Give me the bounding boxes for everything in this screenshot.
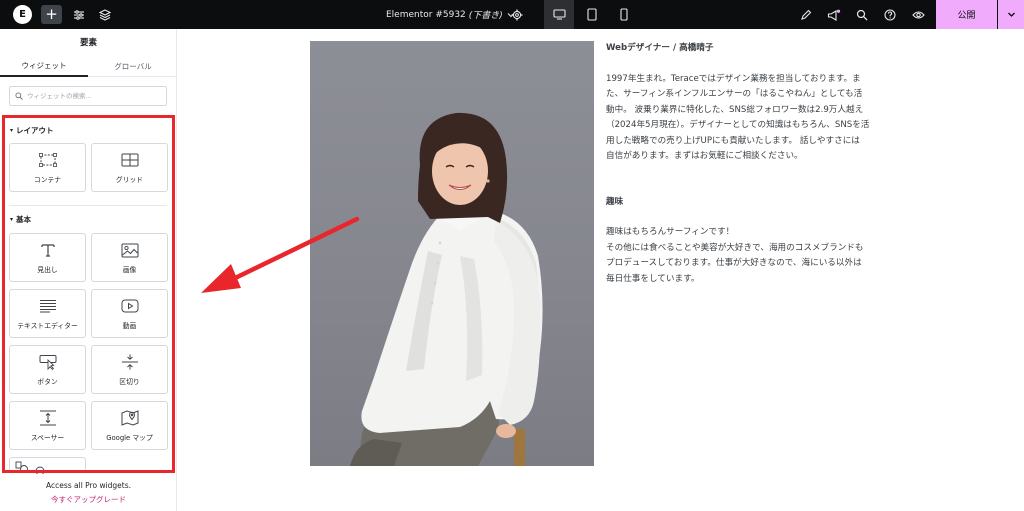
widget-image[interactable]: 画像: [91, 233, 168, 282]
image-icon: [120, 241, 140, 259]
structure-layers-icon[interactable]: [96, 0, 114, 29]
category-header-basic[interactable]: ▾ 基本: [10, 214, 31, 225]
widget-label: グリッド: [115, 176, 144, 184]
widget-heading[interactable]: 見出し: [9, 233, 86, 282]
bio-heading: Webデザイナー / 高橋晴子: [606, 43, 714, 53]
bio-line: 用した戦略での売り上げUPにも貢献いたします。 話しやすさには: [606, 135, 860, 146]
document-name: Elementor #5932: [386, 9, 466, 20]
elementor-logo-icon[interactable]: E: [13, 5, 32, 24]
widget-partial[interactable]: [9, 457, 86, 474]
tab-widgets[interactable]: ウィジェット: [0, 55, 88, 77]
top-bar: E + Elementor #5932 (下書き) 公開: [0, 0, 1024, 29]
category-divider: [9, 205, 167, 206]
whats-new-megaphone-icon[interactable]: [826, 0, 842, 29]
site-settings-sliders-icon[interactable]: [70, 0, 88, 29]
widget-search-input[interactable]: [27, 92, 166, 100]
mobile-device-icon[interactable]: [609, 0, 639, 29]
bio-line: た、サーフィン系インフルエンサーの「はるこやねん」としても活: [606, 89, 863, 99]
hobby-heading: 趣味: [606, 196, 624, 207]
bio-line: （2024年5月現在）。デザイナーとしての知識はもちろん、SNSを活: [606, 120, 870, 130]
heading-icon: [38, 241, 58, 259]
category-title: 基本: [16, 215, 32, 224]
widget-label: 画像: [122, 266, 137, 274]
page-settings-gear-icon[interactable]: [509, 0, 525, 29]
widget-spacer[interactable]: スペーサー: [9, 401, 86, 450]
container-icon: [38, 151, 58, 169]
hobby-line: 趣味はもちろんサーフィンです！: [606, 227, 735, 237]
video-icon: [120, 297, 140, 315]
button-icon: [38, 353, 58, 371]
category-header-layout[interactable]: ▾ レイアウト: [10, 125, 54, 136]
widget-search: [9, 86, 167, 106]
bio-line: 自信があります。まずはお気軽にご相談ください。: [606, 151, 803, 161]
divider-icon: [120, 353, 140, 371]
widget-label: コンテナ: [33, 176, 62, 184]
widget-video[interactable]: 動画: [91, 289, 168, 338]
hobby-line: プロデュースしております。仕事が大好きなので、海にいる以外は: [606, 258, 862, 268]
text-editor-icon: [38, 297, 58, 315]
widget-container[interactable]: コンテナ: [9, 143, 86, 192]
spacer-icon: [38, 409, 58, 427]
grid-icon: [120, 151, 140, 169]
caret-down-icon: ▾: [10, 127, 14, 134]
widget-label: Google マップ: [106, 434, 153, 442]
panel-title: 要素: [79, 38, 97, 48]
red-arrow-annotation-icon: [201, 216, 360, 293]
widget-label: スペーサー: [30, 434, 65, 442]
widget-grid[interactable]: グリッド: [91, 143, 168, 192]
hobby-line: その他には食べることや美容が大好きで、海用のコスメブランドも: [606, 242, 864, 253]
upgrade-link[interactable]: 今すぐアップグレード: [0, 494, 177, 505]
add-element-button[interactable]: +: [41, 5, 62, 24]
tab-global[interactable]: グローバル: [89, 55, 177, 77]
hobby-line: 毎日仕事をしています。: [606, 273, 700, 284]
caret-down-icon: ▾: [10, 216, 14, 223]
publish-options-chevron-icon[interactable]: [998, 0, 1024, 29]
tablet-device-icon[interactable]: [577, 0, 607, 29]
search-icon: [15, 92, 23, 100]
widget-label: 動画: [122, 322, 137, 330]
widget-label: テキストエディター: [17, 322, 78, 330]
desktop-device-icon[interactable]: [544, 0, 574, 29]
bio-line: 1997年生まれ。Teraceではデザイン業務を担当しております。ま: [606, 73, 861, 84]
widget-text-editor[interactable]: テキストエディター: [9, 289, 86, 338]
preview-eye-icon[interactable]: [910, 0, 926, 29]
map-icon: [120, 409, 140, 427]
widget-label: ボタン: [37, 378, 58, 386]
pen-brush-icon[interactable]: [798, 0, 814, 29]
pro-widgets-text: Access all Pro widgets.: [45, 481, 132, 490]
widget-divider[interactable]: 区切り: [91, 345, 168, 394]
widget-button[interactable]: ボタン: [9, 345, 86, 394]
help-icon[interactable]: [882, 0, 898, 29]
bio-line: 動中。 波乗り業界に特化した、SNS総フォロワー数は2.9万人越え: [606, 104, 864, 115]
publish-button[interactable]: 公開: [936, 0, 997, 29]
widget-label: 区切り: [119, 378, 140, 386]
bio-text-block[interactable]: Webデザイナー / 高橋晴子 1997年生まれ。Teraceではデザイン業務を…: [606, 41, 896, 287]
document-status: (下書き): [468, 11, 503, 21]
panel-tabs: ウィジェット グローバル: [0, 55, 177, 77]
document-title[interactable]: Elementor #5932 (下書き): [386, 0, 515, 29]
elementor-editor: E + Elementor #5932 (下書き) 公開 要素 ウィジェット グ…: [0, 0, 1024, 511]
search-icon[interactable]: [854, 0, 870, 29]
widget-panel: 要素 ウィジェット グローバル ▾ レイアウト コンテナ グリッド: [0, 29, 177, 511]
category-title: レイアウト: [16, 126, 54, 135]
widget-label: 見出し: [37, 266, 58, 274]
widget-google-maps[interactable]: Google マップ: [91, 401, 168, 450]
